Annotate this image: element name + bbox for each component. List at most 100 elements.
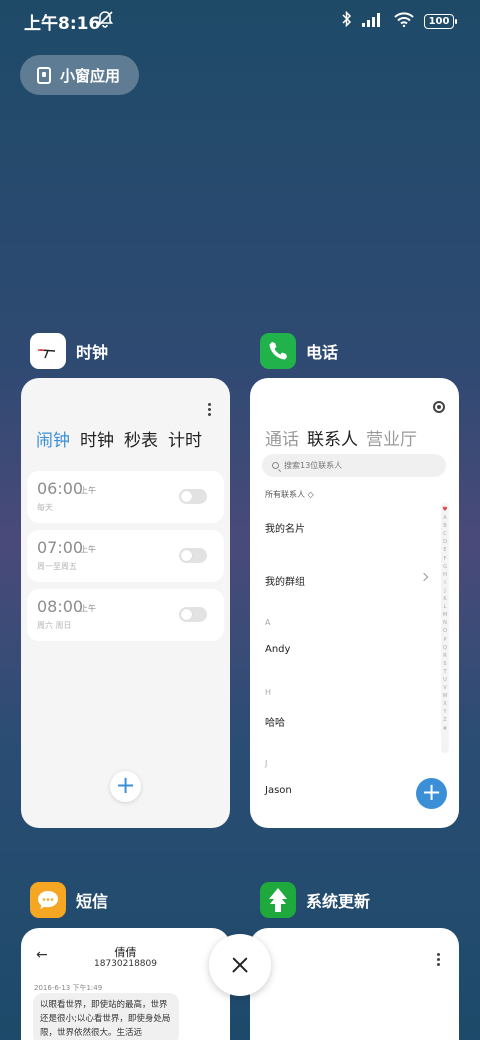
index-letter[interactable]: A	[443, 514, 446, 522]
index-letter[interactable]: V	[443, 684, 446, 692]
index-letter[interactable]: I	[444, 579, 445, 587]
alarm-ampm: 上午	[80, 486, 96, 495]
index-letter[interactable]: O	[443, 627, 447, 635]
tab-service-hall[interactable]: 营业厅	[366, 425, 417, 450]
alarm-item[interactable]: 07:00 上午 周一至周五	[27, 530, 224, 582]
alarm-item[interactable]: 06:00 上午 每天	[27, 471, 224, 523]
alarm-item[interactable]: 08:00 上午 周六 周日	[27, 589, 224, 641]
my-groups-item[interactable]: 我的群组	[265, 573, 305, 588]
index-letter[interactable]: B	[443, 522, 446, 530]
section-letter: A	[265, 618, 271, 627]
clear-all-button[interactable]	[209, 934, 271, 996]
signal-icon	[362, 12, 384, 31]
index-letter[interactable]: U	[443, 676, 447, 684]
sms-contact-name: 倩倩	[114, 946, 137, 959]
index-letter[interactable]: G	[443, 563, 447, 571]
phone-app-name: 电话	[306, 343, 339, 362]
alarm-toggle[interactable]	[179, 489, 207, 504]
add-alarm-button[interactable]: +	[110, 771, 141, 802]
index-letter[interactable]: F	[444, 555, 447, 563]
index-letter[interactable]: N	[443, 619, 447, 627]
phone-app-card[interactable]: 通话 联系人 营业厅 所有联系人 ◇ 我的名片 我的群组 A Andy H 哈哈…	[250, 378, 459, 828]
alarm-repeat: 周一至周五	[37, 562, 77, 571]
wifi-icon	[394, 11, 414, 31]
small-window-label: 小窗应用	[60, 66, 121, 85]
index-letter[interactable]: P	[443, 636, 446, 644]
status-bar: 上午8:16 100	[0, 0, 480, 40]
alarm-time: 08:00	[37, 597, 84, 616]
my-card-item[interactable]: 我的名片	[265, 520, 305, 535]
clock-tabs: 闹钟 时钟 秒表 计时	[36, 426, 202, 451]
phone-tabs: 通话 联系人 营业厅	[265, 425, 417, 450]
sms-contact-number: 18730218809	[94, 959, 157, 969]
index-letter[interactable]: Z	[443, 716, 446, 724]
alarm-repeat: 每天	[37, 503, 53, 512]
small-window-apps-button[interactable]: 小窗应用	[20, 55, 139, 95]
index-letter[interactable]: C	[443, 530, 447, 538]
alarm-repeat: 周六 周日	[37, 621, 72, 630]
index-letter[interactable]: H	[443, 571, 447, 579]
contact-search-input[interactable]	[284, 461, 434, 470]
tab-stopwatch[interactable]: 秒表	[124, 426, 158, 451]
tab-alarm[interactable]: 闹钟	[36, 426, 70, 451]
alarm-ampm: 上午	[80, 545, 96, 554]
alarm-toggle[interactable]	[179, 607, 207, 622]
chevron-right-icon	[419, 572, 429, 582]
contact-item[interactable]: Andy	[265, 644, 290, 655]
index-letter[interactable]: W	[443, 692, 448, 700]
index-letter[interactable]: D	[443, 538, 447, 546]
index-letter[interactable]: Y	[443, 708, 446, 716]
contact-item[interactable]: Jason	[265, 785, 292, 796]
app-header-update[interactable]: 系统更新	[260, 882, 370, 918]
sms-app-name: 短信	[76, 892, 109, 911]
tab-calls[interactable]: 通话	[265, 425, 299, 450]
sms-date: 2016-6-13 下午1:49	[34, 984, 103, 992]
contact-item[interactable]: 哈哈	[265, 714, 285, 729]
system-update-app-card[interactable]	[250, 928, 459, 1040]
index-letter[interactable]: Q	[443, 644, 447, 652]
index-letter[interactable]: M	[443, 611, 447, 619]
system-update-app-name: 系统更新	[306, 892, 371, 911]
index-letter[interactable]: R	[443, 652, 446, 660]
settings-icon[interactable]	[433, 401, 445, 413]
group-filter-label: 所有联系人	[265, 490, 305, 499]
sms-app-card[interactable]: ← 倩倩 18730218809 2016-6-13 下午1:49 以眼看世界，…	[21, 928, 230, 1040]
alarm-toggle[interactable]	[179, 548, 207, 563]
tab-clock[interactable]: 时钟	[80, 426, 114, 451]
sms-message-bubble[interactable]: 以眼看世界，即使站的最高，世界还是很小;以心看世界，即使身处局限，世界依然很大。…	[33, 993, 179, 1040]
bell-off-icon	[96, 10, 114, 32]
index-letter[interactable]: L	[444, 603, 447, 611]
more-options-icon[interactable]	[208, 403, 212, 418]
index-letter[interactable]: X	[443, 700, 446, 708]
alphabet-index-bar[interactable]: ♥ A B C D E F G H I J K L M N O P Q R S T U V W X Y Z #	[441, 503, 449, 753]
app-header-sms[interactable]: 短信	[30, 882, 108, 918]
clock-app-icon[interactable]	[30, 333, 66, 369]
clock-app-card[interactable]: 闹钟 时钟 秒表 计时 06:00 上午 每天 07:00 上午 周一至周五 0…	[21, 378, 230, 828]
small-window-icon	[37, 66, 51, 84]
index-letter[interactable]: K	[443, 595, 446, 603]
phone-app-icon[interactable]	[260, 333, 296, 369]
app-header-phone[interactable]: 电话	[260, 333, 338, 369]
alarm-time: 07:00	[37, 538, 84, 557]
tab-timer[interactable]: 计时	[168, 426, 202, 451]
index-letter[interactable]: #	[443, 725, 447, 733]
contact-search-box[interactable]	[262, 454, 446, 477]
bluetooth-icon	[342, 10, 352, 31]
battery-icon: 100	[424, 13, 457, 29]
index-letter[interactable]: T	[443, 668, 446, 676]
sms-app-icon[interactable]	[30, 882, 66, 918]
contact-group-filter[interactable]: 所有联系人 ◇	[265, 489, 314, 500]
index-letter[interactable]: S	[443, 660, 446, 668]
alarm-time: 06:00	[37, 479, 84, 498]
more-options-icon[interactable]	[437, 953, 441, 968]
index-letter[interactable]: J	[444, 587, 445, 595]
tab-contacts[interactable]: 联系人	[307, 425, 358, 450]
system-update-app-icon[interactable]	[260, 882, 296, 918]
index-letter[interactable]: E	[443, 546, 446, 554]
section-letter: J	[265, 759, 268, 768]
add-contact-button[interactable]: +	[416, 778, 447, 809]
status-time: 上午8:16	[24, 14, 101, 34]
app-header-clock[interactable]: 时钟	[30, 333, 108, 369]
search-icon	[272, 462, 279, 469]
index-letter[interactable]: ♥	[442, 506, 447, 514]
